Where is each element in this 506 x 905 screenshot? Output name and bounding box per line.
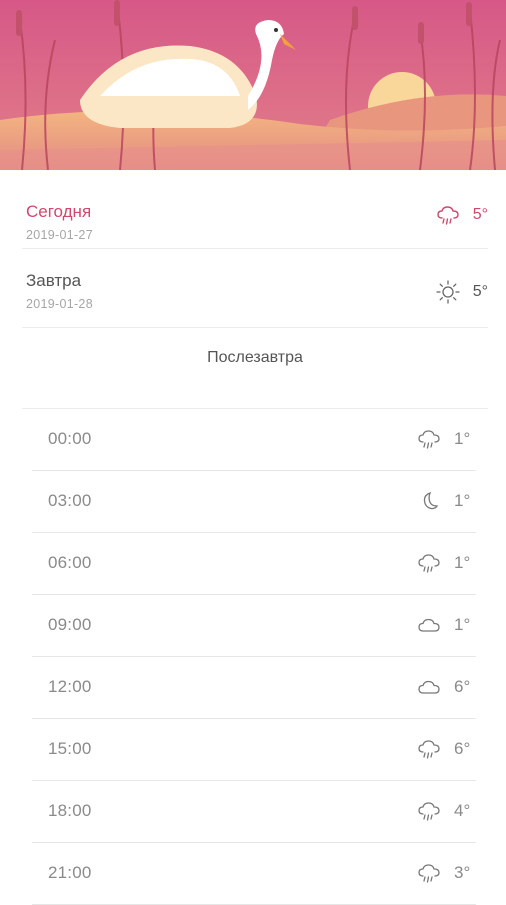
day-row-after-tomorrow[interactable]: Послезавтра [22,328,488,409]
hour-row: 18:00 4° [32,781,476,843]
day-row-tomorrow[interactable]: Завтра 2019-01-28 5° [22,249,488,328]
day-title: Послезавтра [207,349,303,366]
hour-row: 21:00 3° [32,843,476,905]
hour-row: 00:00 1° [32,409,476,471]
hour-temperature: 1° [454,615,471,634]
sun-icon [435,279,461,305]
day-temperature: 5° [472,283,488,300]
day-temperature: 5° [472,206,488,223]
hour-time: 00:00 [48,429,92,448]
day-date: 2019-01-28 [26,297,93,311]
hour-temperature: 1° [454,491,471,510]
hour-time: 12:00 [48,677,92,696]
rain-cloud-icon [416,860,442,886]
rain-cloud-icon [435,202,461,228]
hour-temperature: 1° [454,429,471,448]
cloud-icon [416,612,442,638]
hour-time: 06:00 [48,553,92,572]
hour-row: 12:00 6° [32,657,476,719]
hour-row: 06:00 1° [32,533,476,595]
hourly-forecast-list: 00:00 1° 03:00 1° 06:00 1° 09:00 1° 12:0… [32,409,476,905]
day-title: Сегодня [26,202,92,221]
hour-time: 21:00 [48,863,92,882]
day-date: 2019-01-27 [26,228,93,242]
day-title: Завтра [26,271,82,290]
hour-temperature: 4° [454,801,471,820]
moon-icon [416,488,442,514]
hour-temperature: 6° [454,677,471,696]
rain-cloud-icon [416,426,442,452]
hour-temperature: 3° [454,863,471,882]
cloud-icon [416,674,442,700]
hour-temperature: 1° [454,553,471,572]
hour-temperature: 6° [454,739,471,758]
rain-cloud-icon [416,736,442,762]
hour-row: 15:00 6° [32,719,476,781]
hour-time: 15:00 [48,739,92,758]
hour-time: 18:00 [48,801,92,820]
header-illustration-swan [0,0,506,170]
day-row-today[interactable]: Сегодня 2019-01-27 5° [22,170,488,249]
hour-time: 09:00 [48,615,92,634]
hour-row: 09:00 1° [32,595,476,657]
hour-row: 03:00 1° [32,471,476,533]
rain-cloud-icon [416,550,442,576]
rain-cloud-icon [416,798,442,824]
hour-time: 03:00 [48,491,92,510]
